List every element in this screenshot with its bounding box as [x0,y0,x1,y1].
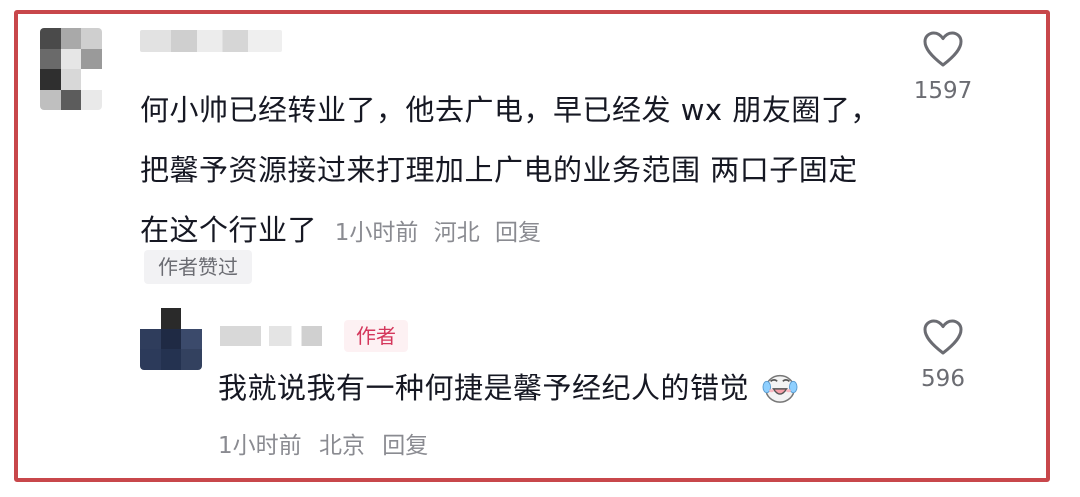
reply-body: 我就说我有一种何捷是馨予经纪人的错觉 [218,366,799,410]
comment-time: 1小时前 [334,220,419,246]
comment-reply-button[interactable]: 回复 [495,220,541,246]
comment-like: 1597 [893,30,993,104]
avatar-pixel [40,48,61,69]
crying-laughing-emoji-icon [762,374,798,403]
reply-meta: 1小时前 北京 回复 [218,426,428,460]
comment-meta: 1小时前 河北 回复 [335,220,541,246]
avatar-pixel [40,69,61,90]
avatar-pixel [181,308,202,329]
avatar-pixel [81,89,102,110]
avatar-pixel [60,69,82,90]
author-badge: 作者 [344,320,408,352]
heart-icon[interactable] [922,30,964,68]
avatar-pixel [181,349,202,370]
commenter-avatar[interactable] [40,28,102,110]
avatar-pixel [81,69,102,90]
avatar-pixel [140,308,161,329]
commenter-username-blurred[interactable] [140,30,282,52]
avatar-pixel [81,48,102,69]
reply-time: 1小时前 [218,433,302,459]
reply-text: 我就说我有一种何捷是馨予经纪人的错觉 [218,371,750,405]
avatar-pixel [160,349,182,370]
reply-reply-button[interactable]: 回复 [382,433,428,459]
heart-icon[interactable] [922,318,964,356]
avatar-pixel [60,28,82,49]
author-liked-badge: 作者赞过 [144,250,252,284]
reply-like: 596 [893,318,993,392]
avatar-pixel [40,28,61,49]
avatar-pixel [160,308,182,329]
avatar-pixel [60,89,82,110]
comment-like-count: 1597 [913,78,973,104]
avatar-pixel [40,89,61,110]
comment-body: 何小帅已经转业了，他去广电，早已经发 wx 朋友圈了，把馨予资源接过来打理加上广… [140,80,880,263]
avatar-pixel [160,328,182,350]
avatar-pixel [60,48,82,69]
avatar-pixel [140,349,161,370]
avatar-pixel [181,328,202,350]
reply-username-blurred[interactable] [220,326,322,346]
comment-location: 河北 [433,220,480,246]
reply-location: 北京 [318,433,365,459]
avatar-pixel [140,328,161,350]
avatar-pixel [81,28,102,49]
reply-avatar[interactable] [140,308,202,370]
reply-like-count: 596 [921,366,965,392]
